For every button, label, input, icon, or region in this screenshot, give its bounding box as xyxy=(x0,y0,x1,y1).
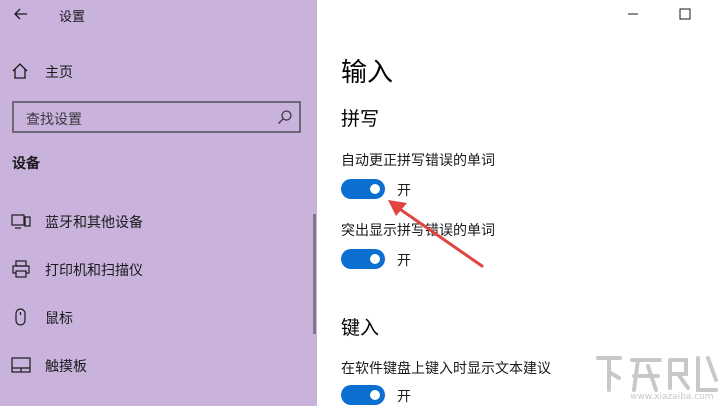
bluetooth-devices-icon xyxy=(11,214,31,229)
setting-label-autocorrect: 自动更正拼写错误的单词 xyxy=(341,153,495,169)
toggle-autocorrect[interactable] xyxy=(341,179,385,199)
sidebar-item-printers[interactable]: 打印机和扫描仪 xyxy=(0,251,317,287)
sidebar-scrollbar[interactable] xyxy=(313,214,316,334)
sidebar-item-label: 蓝牙和其他设备 xyxy=(45,215,143,231)
group-title-typing: 键入 xyxy=(341,317,380,339)
window-title: 设置 xyxy=(59,10,86,25)
section-title: 设备 xyxy=(12,156,40,172)
annotation-arrow-icon xyxy=(388,200,484,268)
toggle-knob xyxy=(370,254,380,264)
maximize-button[interactable] xyxy=(662,0,708,28)
back-button[interactable] xyxy=(9,3,33,25)
search-input[interactable]: 查找设置 xyxy=(12,101,301,133)
home-icon xyxy=(12,63,28,79)
page-title: 输入 xyxy=(341,58,394,88)
search-icon[interactable] xyxy=(277,109,293,125)
search-placeholder: 查找设置 xyxy=(26,112,82,128)
toggle-state-text-suggestions: 开 xyxy=(397,389,411,405)
minimize-icon xyxy=(628,13,638,15)
sidebar-item-bluetooth[interactable]: 蓝牙和其他设备 xyxy=(0,203,317,239)
minimize-button[interactable] xyxy=(610,0,656,28)
toggle-highlight[interactable] xyxy=(341,249,385,269)
watermark-url: www.xiazaiba.com xyxy=(630,392,714,402)
touchpad-icon xyxy=(11,357,31,373)
window-controls xyxy=(610,0,724,30)
sidebar: 设置 主页 查找设置 设备 蓝牙和其他设备 打印机和扫描仪 鼠标 触摸板 xyxy=(0,0,317,406)
setting-label-text-suggestions: 在软件键盘上键入时显示文本建议 xyxy=(341,361,551,377)
mouse-icon xyxy=(15,308,26,326)
sidebar-item-label: 主页 xyxy=(45,65,73,81)
toggle-knob xyxy=(370,184,380,194)
sidebar-item-label: 打印机和扫描仪 xyxy=(45,263,143,279)
sidebar-item-label: 鼠标 xyxy=(45,311,73,327)
title-bar: 设置 xyxy=(0,0,317,30)
watermark: www.xiazaiba.com xyxy=(590,350,724,406)
sidebar-item-home[interactable]: 主页 xyxy=(0,56,317,86)
watermark-logo-icon xyxy=(596,356,718,392)
sidebar-item-mouse[interactable]: 鼠标 xyxy=(0,299,317,335)
printer-icon xyxy=(12,260,30,278)
back-arrow-icon xyxy=(14,8,27,20)
toggle-text-suggestions[interactable] xyxy=(341,385,385,405)
group-title-spelling: 拼写 xyxy=(341,108,380,130)
toggle-knob xyxy=(370,390,380,400)
sidebar-item-touchpad[interactable]: 触摸板 xyxy=(0,347,317,383)
maximize-icon xyxy=(679,8,691,20)
sidebar-item-label: 触摸板 xyxy=(45,359,87,375)
